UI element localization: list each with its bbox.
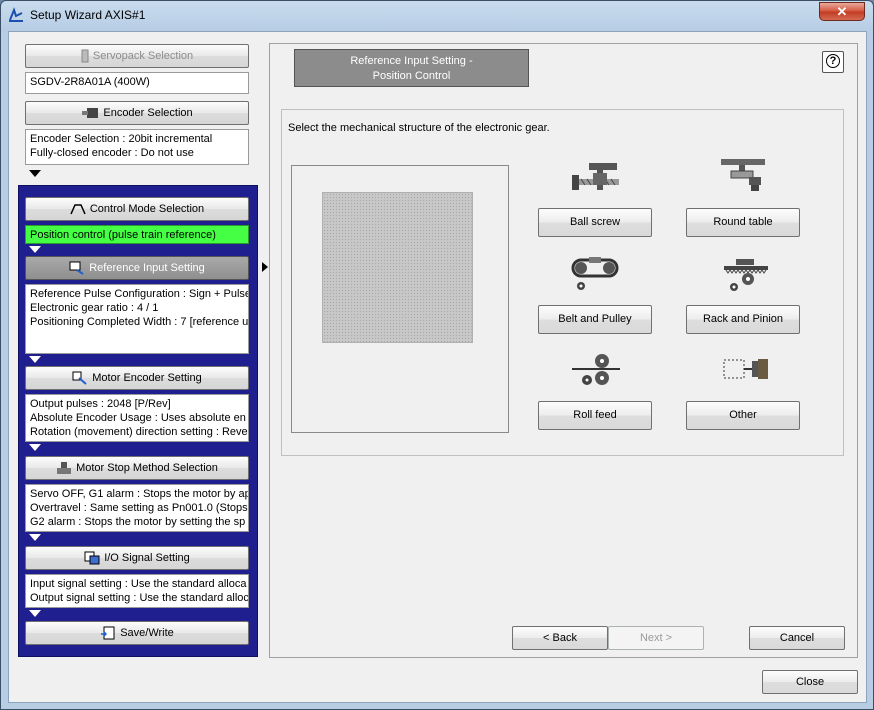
motor-stop-label: Motor Stop Method Selection — [76, 462, 218, 474]
motor-encoder-line: Output pulses : 2048 [P/Rev] — [30, 398, 171, 410]
motor-stop-method-button[interactable]: Motor Stop Method Selection — [25, 456, 249, 480]
reference-input-label: Reference Input Setting — [89, 262, 205, 274]
servopack-value: SGDV-2R8A01A (400W) — [25, 72, 249, 94]
control-mode-icon — [70, 204, 86, 215]
motor-stop-line: Overtravel : Same setting as Pn001.0 (St… — [30, 502, 248, 514]
next-button[interactable]: Next > — [608, 626, 704, 650]
roll-feed-button[interactable]: Roll feed — [538, 401, 652, 430]
wizard-client-area: Servopack Selection SGDV-2R8A01A (400W) … — [8, 31, 867, 703]
io-signal-icon — [84, 551, 100, 565]
motor-stop-icon — [57, 462, 72, 475]
cancel-button[interactable]: Cancel — [749, 626, 845, 650]
belt-pulley-button[interactable]: Belt and Pulley — [538, 305, 652, 334]
instruction-text: Select the mechanical structure of the e… — [288, 122, 550, 134]
motor-encoder-line: Absolute Encoder Usage : Uses absolute e… — [30, 412, 246, 424]
servopack-selection-button[interactable]: Servopack Selection — [25, 44, 249, 68]
window-close-button[interactable]: ✕ — [819, 2, 865, 21]
servopack-icon — [81, 49, 89, 63]
motor-encoder-setting-button[interactable]: Motor Encoder Setting — [25, 366, 249, 390]
io-signal-label: I/O Signal Setting — [104, 552, 190, 564]
motor-stop-summary: Servo OFF, G1 alarm : Stops the motor by… — [25, 484, 249, 532]
io-signal-line: Output signal setting : Use the standard… — [30, 592, 249, 604]
close-button[interactable]: Close — [762, 670, 858, 694]
save-write-button[interactable]: Save/Write — [25, 621, 249, 645]
encoder-line: Fully-closed encoder : Do not use — [30, 147, 194, 159]
reference-input-line: Reference Pulse Configuration : Sign + P… — [30, 288, 249, 300]
io-signal-setting-button[interactable]: I/O Signal Setting — [25, 546, 249, 570]
page-header-line2: Position Control — [372, 70, 451, 82]
ball-screw-icon — [572, 163, 619, 190]
servopack-selection-label: Servopack Selection — [92, 50, 194, 62]
io-signal-summary: Input signal setting : Use the standard … — [25, 574, 249, 608]
belt-pulley-icon — [571, 257, 619, 290]
io-signal-line: Input signal setting : Use the standard … — [30, 578, 247, 590]
round-table-button[interactable]: Round table — [686, 208, 800, 237]
rack-pinion-icon — [724, 259, 768, 291]
current-step-indicator-icon — [262, 262, 268, 272]
page-header: Reference Input Setting - Position Contr… — [294, 49, 529, 87]
roll-feed-icon — [572, 354, 620, 385]
down-arrow-icon — [29, 444, 41, 451]
other-button[interactable]: Other — [686, 401, 800, 430]
save-write-label: Save/Write — [120, 627, 174, 639]
help-icon: ? — [826, 54, 840, 68]
motor-encoder-label: Motor Encoder Setting — [92, 372, 202, 384]
down-arrow-icon — [29, 534, 41, 541]
reference-input-summary: Reference Pulse Configuration : Sign + P… — [25, 284, 249, 354]
down-arrow-icon — [29, 246, 41, 253]
save-write-icon — [101, 626, 115, 640]
rack-pinion-button[interactable]: Rack and Pinion — [686, 305, 800, 334]
wizard-app-icon — [9, 7, 23, 22]
reference-input-line: Electronic gear ratio : 4 / 1 — [30, 302, 159, 314]
control-mode-label: Control Mode Selection — [89, 203, 205, 215]
setup-wizard-window: Setup Wizard AXIS#1 ✕ Servopack Selectio… — [0, 0, 874, 710]
motor-stop-line: Servo OFF, G1 alarm : Stops the motor by… — [30, 488, 249, 500]
preview-image — [322, 192, 473, 343]
encoder-line: Encoder Selection : 20bit incremental — [30, 133, 213, 145]
reference-input-setting-button[interactable]: Reference Input Setting — [25, 256, 249, 280]
control-mode-selection-button[interactable]: Control Mode Selection — [25, 197, 249, 221]
motor-encoder-line: Rotation (movement) direction setting : … — [30, 426, 248, 438]
help-button[interactable]: ? — [822, 51, 844, 73]
down-arrow-icon — [29, 356, 41, 363]
round-table-icon — [721, 159, 765, 191]
motor-encoder-icon — [72, 371, 87, 385]
page-header-line1: Reference Input Setting - — [350, 55, 473, 67]
encoder-icon — [82, 108, 99, 119]
ball-screw-button[interactable]: Ball screw — [538, 208, 652, 237]
window-title: Setup Wizard AXIS#1 — [30, 8, 146, 22]
encoder-selection-label: Encoder Selection — [103, 107, 193, 119]
control-mode-value: Position control (pulse train reference) — [25, 225, 249, 244]
back-button[interactable]: < Back — [512, 626, 608, 650]
motor-encoder-summary: Output pulses : 2048 [P/Rev] Absolute En… — [25, 394, 249, 442]
reference-input-line: Positioning Completed Width : 7 [referen… — [30, 316, 249, 328]
title-bar: Setup Wizard AXIS#1 ✕ — [1, 1, 873, 29]
encoder-summary: Encoder Selection : 20bit incremental Fu… — [25, 129, 249, 165]
down-arrow-icon — [29, 170, 41, 177]
other-mechanism-icon — [723, 359, 768, 379]
down-arrow-icon — [29, 610, 41, 617]
encoder-selection-button[interactable]: Encoder Selection — [25, 101, 249, 125]
reference-input-icon — [69, 261, 84, 275]
motor-stop-line: G2 alarm : Stops the motor by setting th… — [30, 516, 246, 528]
